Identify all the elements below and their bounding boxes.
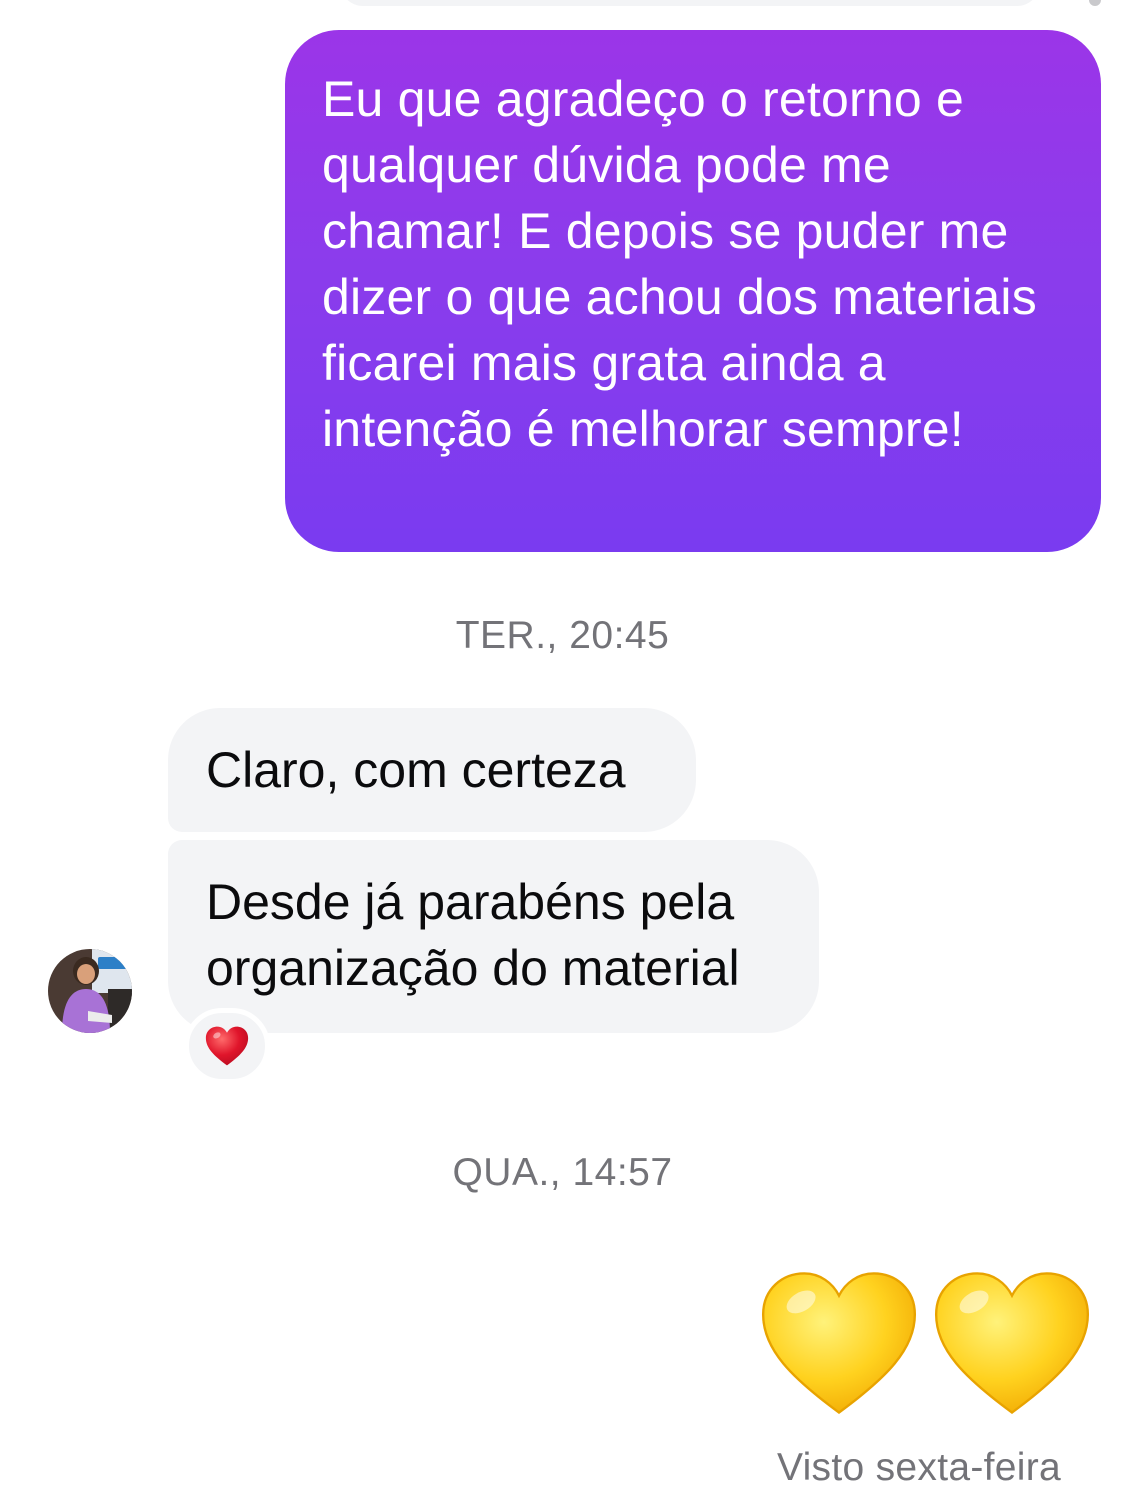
scroll-indicator [1089,0,1101,6]
avatar[interactable] [48,949,132,1033]
yellow-heart-icon[interactable] [933,1268,1091,1418]
red-heart-icon [205,1026,249,1066]
sent-message-text: Eu que agradeço o retorno e qualquer dúv… [322,71,1037,457]
sent-message-bubble[interactable]: Eu que agradeço o retorno e qualquer dúv… [285,30,1101,552]
timestamp-separator: TER., 20:45 [455,614,670,657]
yellow-heart-icon[interactable] [760,1268,918,1418]
received-message-bubble[interactable]: Claro, com certeza [168,708,696,832]
message-reaction[interactable] [184,1008,270,1084]
received-message-text: Claro, com certeza [206,742,626,798]
previous-message-bubble-edge[interactable] [340,0,1040,6]
avatar-image [48,949,132,1033]
received-message-text: Desde já parabéns pela organização do ma… [206,874,740,996]
seen-status: Visto sexta-feira [776,1446,1061,1489]
received-message-bubble[interactable]: Desde já parabéns pela organização do ma… [168,840,819,1033]
timestamp-separator: QUA., 14:57 [452,1151,673,1194]
